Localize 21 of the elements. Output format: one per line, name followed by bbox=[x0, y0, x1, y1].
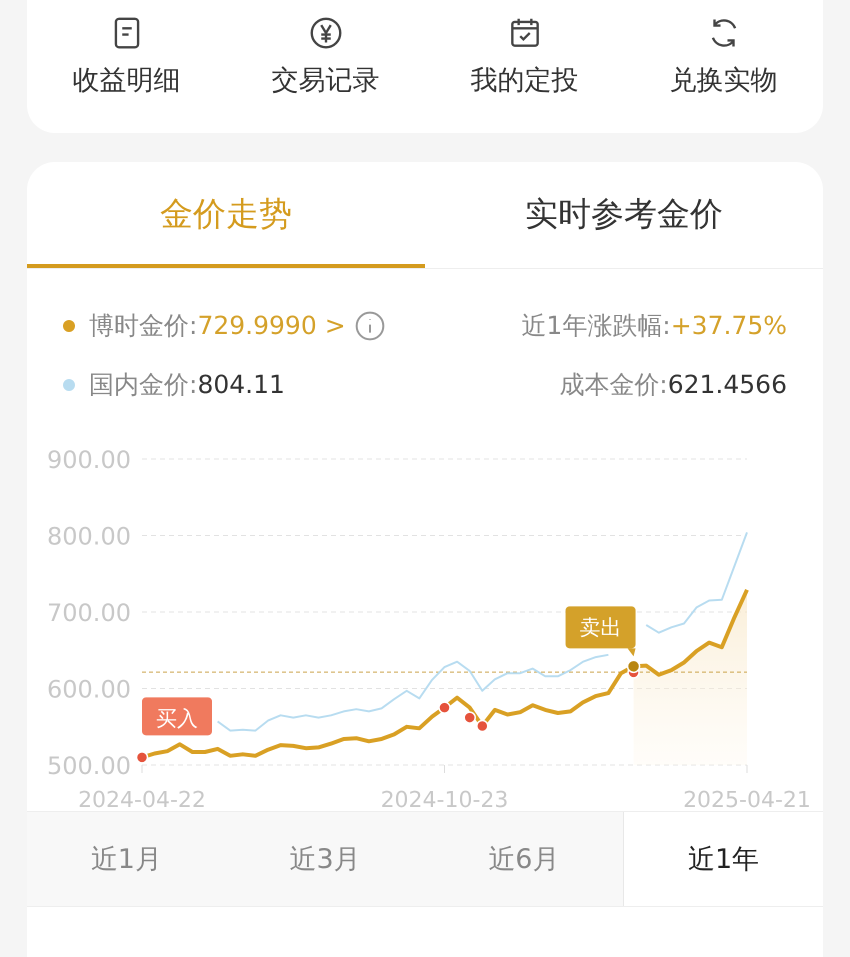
shortcut-button[interactable]: 我的定投 bbox=[425, 0, 624, 133]
shortcut-button[interactable]: 交易记录 bbox=[226, 0, 425, 133]
shortcut-button[interactable]: 兑换实物 bbox=[624, 0, 823, 133]
trade-marker bbox=[463, 711, 476, 724]
stat-label: 近1年涨跌幅: bbox=[521, 310, 671, 342]
trade-label: 卖出 bbox=[580, 615, 622, 640]
trade-marker bbox=[438, 701, 451, 714]
trade-label: 买入 bbox=[156, 706, 198, 730]
info-icon[interactable] bbox=[354, 310, 386, 342]
stat-value: +37.75% bbox=[670, 311, 787, 340]
stat-label: 成本金价: bbox=[559, 369, 668, 401]
legend-label: 国内金价: bbox=[89, 369, 198, 401]
legend-label: 博时金价: bbox=[89, 310, 198, 342]
trade-marker bbox=[476, 720, 489, 732]
shortcut-button[interactable]: 收益明细 bbox=[27, 0, 226, 133]
trade-marker bbox=[136, 751, 148, 764]
buy-tag bbox=[142, 697, 212, 736]
tab[interactable]: 实时参考金价 bbox=[425, 162, 823, 268]
stat-value: 621.4566 bbox=[668, 370, 787, 399]
price-value: 729.9990 bbox=[197, 311, 317, 340]
price-value: 804.11 bbox=[197, 370, 285, 399]
